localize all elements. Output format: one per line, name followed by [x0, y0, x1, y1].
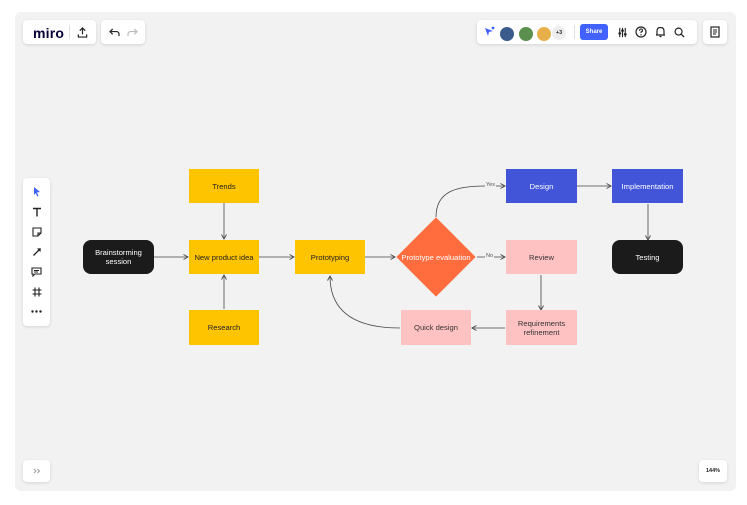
edge-label-yes: Yes — [485, 182, 496, 188]
edge-evaluation-to-design — [435, 183, 506, 218]
node-requirements-refinement[interactable]: Requirements refinement — [506, 310, 577, 345]
node-trends[interactable]: Trends — [189, 169, 259, 203]
edge-quickdesign-to-prototyping — [327, 275, 401, 329]
node-implementation[interactable]: Implementation — [612, 169, 683, 203]
node-design[interactable]: Design — [506, 169, 577, 203]
edge-label-no: No — [485, 253, 495, 259]
node-prototyping[interactable]: Prototyping — [295, 240, 365, 274]
miro-board[interactable]: miro +3 Share 144% Yes No Brainstorming … — [15, 12, 736, 491]
node-quick-design[interactable]: Quick design — [401, 310, 471, 345]
node-new-product-idea[interactable]: New product idea — [189, 240, 259, 274]
node-brainstorming-session[interactable]: Brainstorming session — [83, 240, 154, 274]
node-review[interactable]: Review — [506, 240, 577, 274]
node-testing[interactable]: Testing — [612, 240, 683, 274]
node-research[interactable]: Research — [189, 310, 259, 345]
node-prototype-evaluation-label: Prototype evaluation — [401, 252, 471, 262]
node-prototype-evaluation[interactable]: Prototype evaluation — [396, 217, 476, 297]
